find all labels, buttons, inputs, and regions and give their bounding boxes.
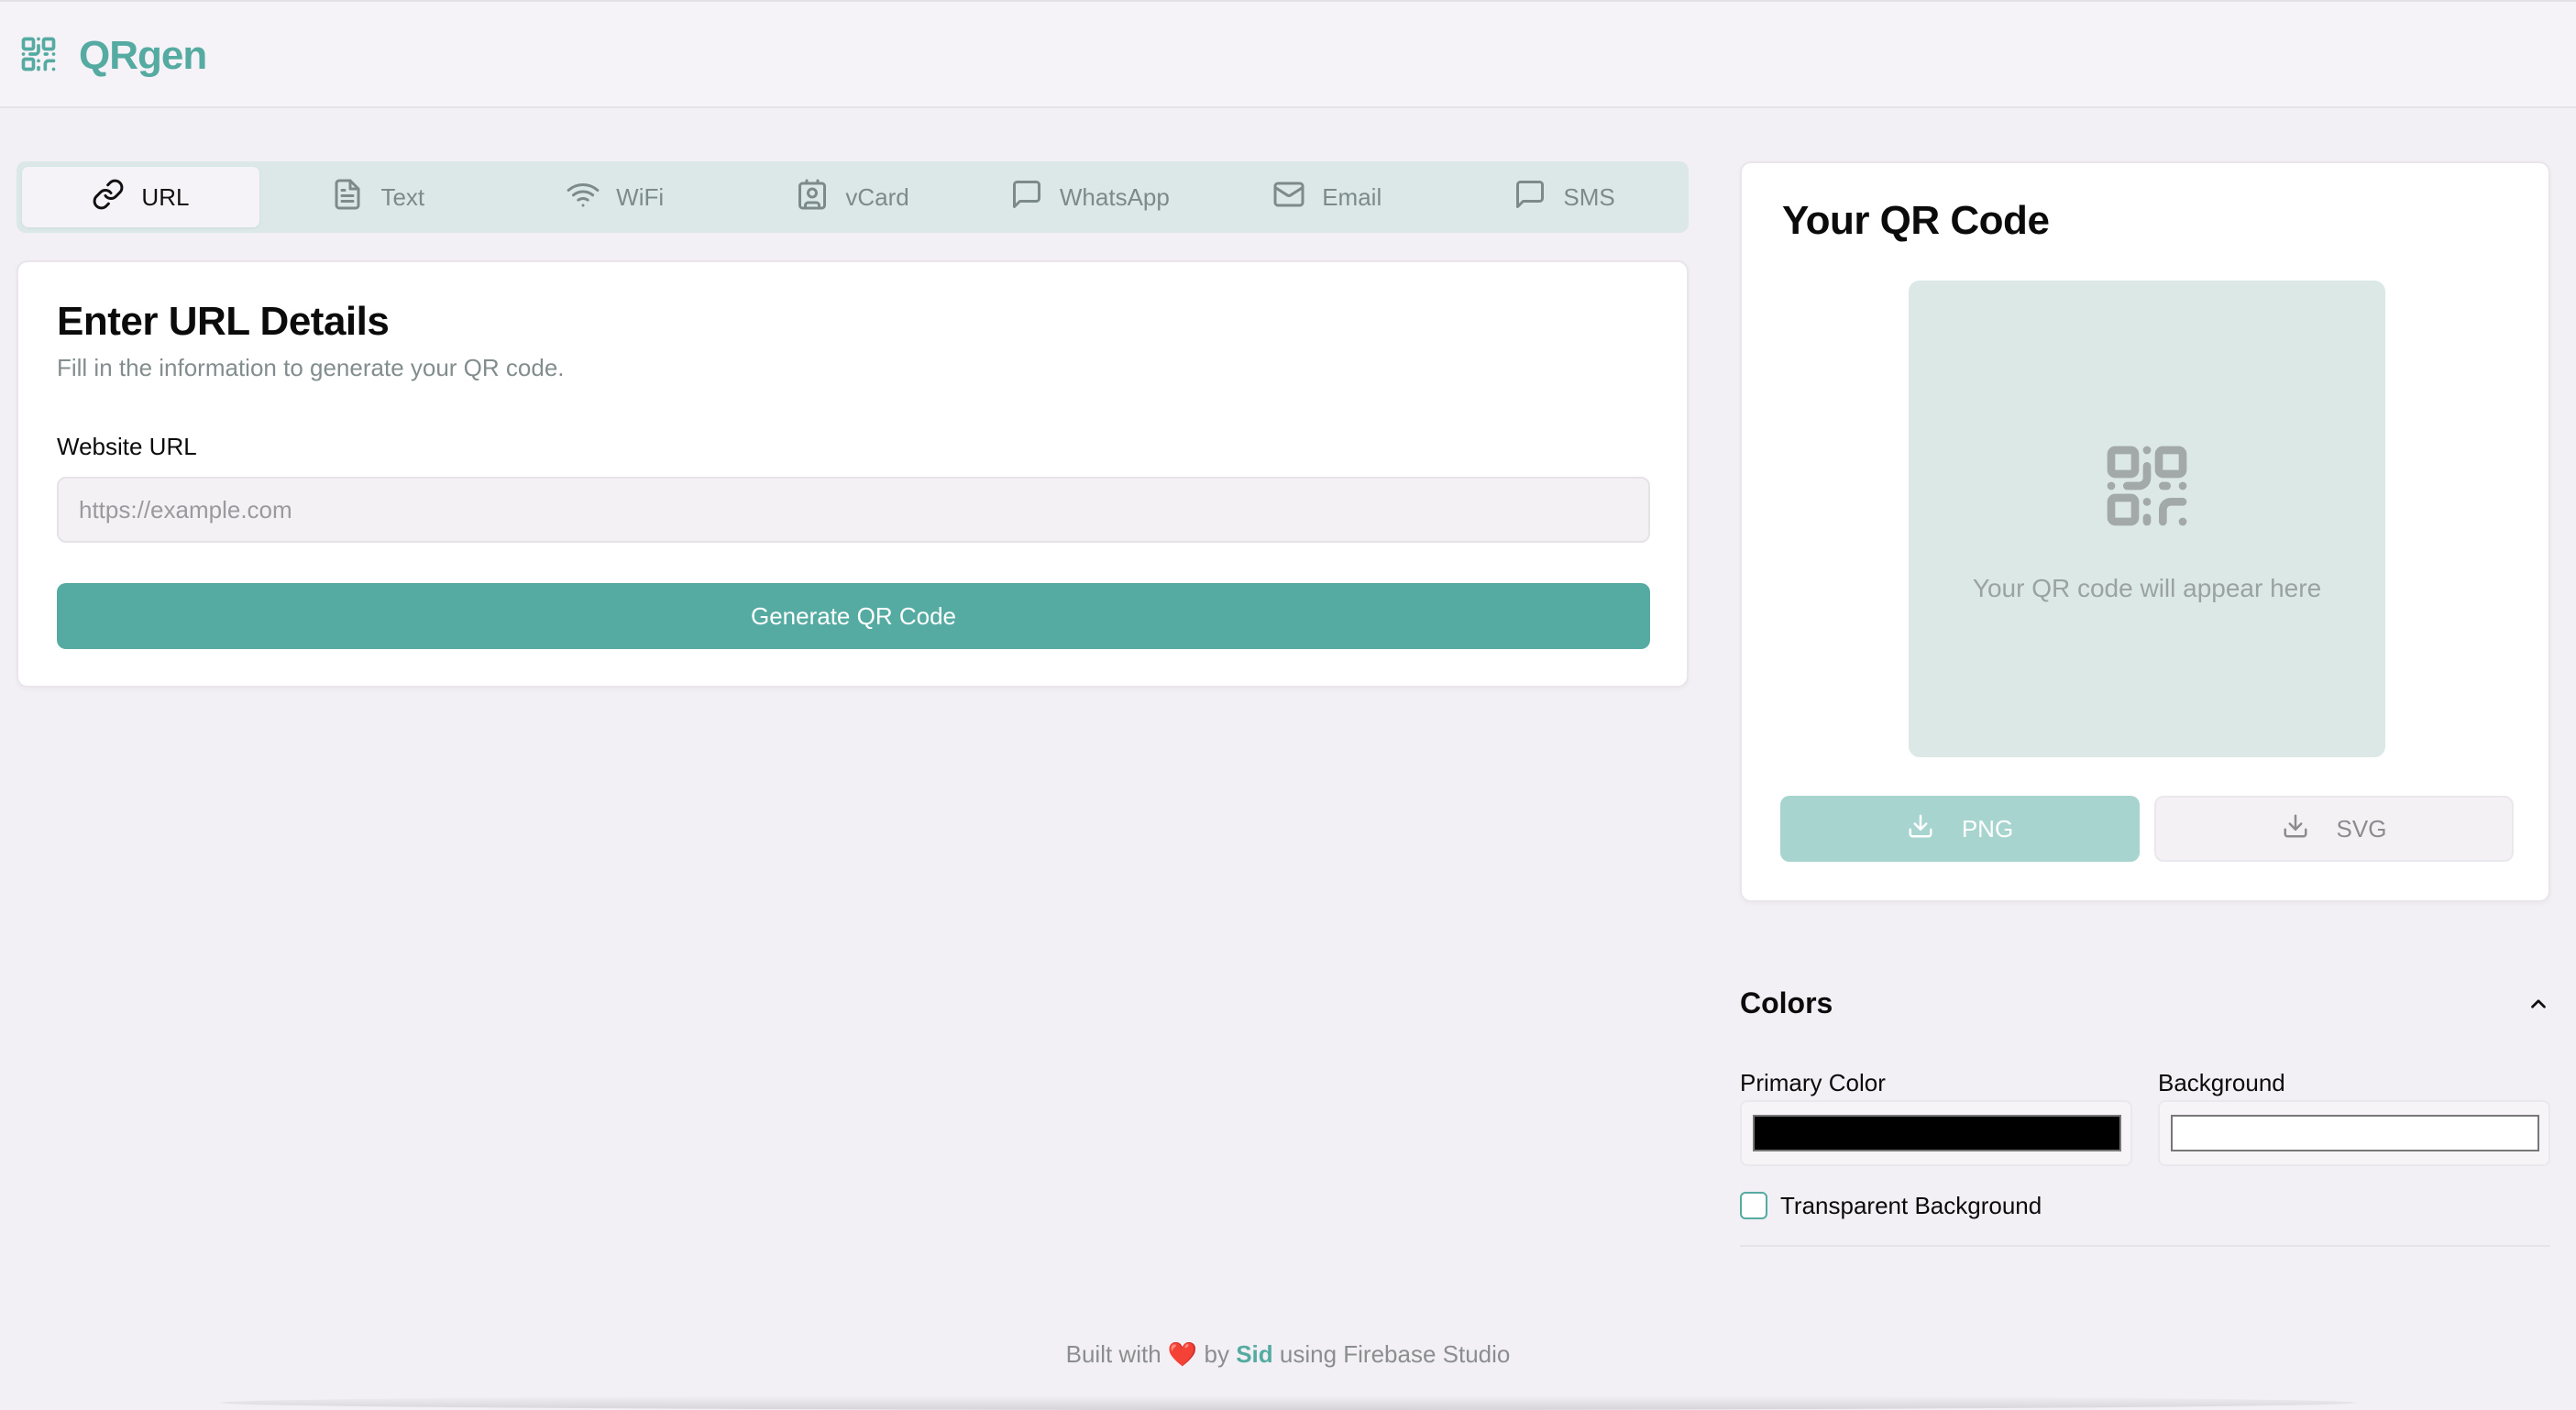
tab-label: SMS <box>1563 182 1615 211</box>
download-svg-label: SVG <box>2336 814 2387 843</box>
background-color-label: Background <box>2158 1069 2285 1096</box>
message-icon <box>1514 178 1547 217</box>
primary-color-swatch <box>1753 1115 2121 1151</box>
tab-label: WiFi <box>616 182 665 211</box>
tab-whatsapp[interactable]: WhatsApp <box>971 167 1208 227</box>
form-title: Enter URL Details <box>57 299 390 344</box>
tab-email[interactable]: Email <box>1208 167 1446 227</box>
chevron-up-icon[interactable] <box>2526 992 2550 1020</box>
qr-preview-area: Your QR code will appear here <box>1909 281 2385 757</box>
primary-color-label: Primary Color <box>1740 1069 1886 1096</box>
tab-url[interactable]: URL <box>22 167 259 227</box>
tab-sms[interactable]: SMS <box>1446 167 1683 227</box>
transparent-background-label[interactable]: Transparent Background <box>1780 1192 2042 1220</box>
qr-type-tabs: URL Text WiFi vCard WhatsApp Email SMS <box>17 161 1689 233</box>
tab-label: Text <box>380 182 425 211</box>
tab-label: WhatsApp <box>1059 182 1170 211</box>
website-url-input[interactable] <box>57 477 1650 543</box>
tab-wifi[interactable]: WiFi <box>497 167 734 227</box>
background-color-swatch <box>2171 1115 2539 1151</box>
tab-label: URL <box>141 182 190 211</box>
footer-prefix: Built with <box>1065 1340 1161 1368</box>
message-icon <box>1010 178 1043 217</box>
file-text-icon <box>331 178 364 217</box>
footer-by: by <box>1204 1340 1229 1368</box>
link-icon <box>92 178 125 217</box>
heart-icon: ❤️ <box>1167 1340 1198 1368</box>
website-url-label: Website URL <box>57 433 197 460</box>
qr-placeholder-text: Your QR code will appear here <box>1972 574 2322 602</box>
qr-code-icon <box>2099 438 2195 538</box>
tab-label: Email <box>1322 182 1382 211</box>
tab-label: vCard <box>845 182 909 211</box>
bottom-shadow <box>220 1395 2356 1410</box>
generate-qr-label: Generate QR Code <box>750 601 956 630</box>
qr-code-icon <box>18 34 59 79</box>
download-png-button[interactable]: PNG <box>1780 796 2140 862</box>
contact-card-icon <box>796 178 829 217</box>
app-title: QRgen <box>79 33 207 78</box>
transparent-background-checkbox[interactable] <box>1740 1192 1767 1219</box>
app-header: QRgen <box>0 0 2576 108</box>
download-icon <box>1907 812 1934 846</box>
primary-color-picker[interactable] <box>1740 1100 2132 1166</box>
download-png-label: PNG <box>1961 814 2014 843</box>
tab-text[interactable]: Text <box>259 167 497 227</box>
section-divider <box>1740 1245 2550 1247</box>
tab-vcard[interactable]: vCard <box>734 167 972 227</box>
generate-qr-button[interactable]: Generate QR Code <box>57 583 1650 649</box>
brand[interactable]: QRgen <box>18 33 207 79</box>
download-icon <box>2282 812 2309 846</box>
wifi-icon <box>567 178 600 217</box>
url-form-card: Enter URL Details Fill in the informatio… <box>17 260 1689 688</box>
qr-preview-card: Your QR Code Your QR code will appear he… <box>1740 161 2550 902</box>
page-footer: Built with ❤️ by Sid using Firebase Stud… <box>0 1340 2576 1369</box>
footer-suffix: using Firebase Studio <box>1279 1340 1511 1368</box>
author-link[interactable]: Sid <box>1236 1340 1272 1368</box>
mail-icon <box>1272 178 1305 217</box>
qr-card-title: Your QR Code <box>1782 198 2050 243</box>
background-color-picker[interactable] <box>2158 1100 2550 1166</box>
download-svg-button[interactable]: SVG <box>2154 796 2514 862</box>
form-subtitle: Fill in the information to generate your… <box>57 354 565 381</box>
colors-section-title[interactable]: Colors <box>1740 986 1833 1020</box>
